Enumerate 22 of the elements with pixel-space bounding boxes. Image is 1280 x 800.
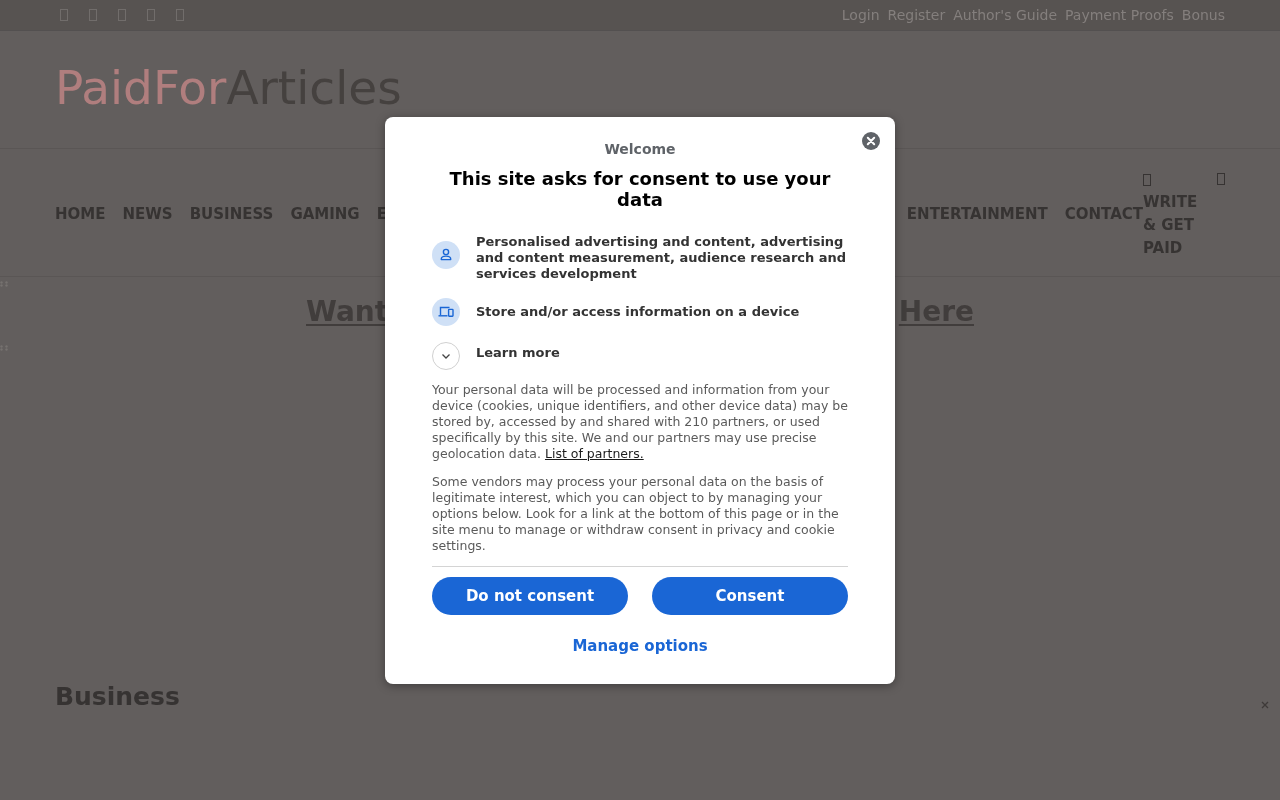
glyph-box-icon[interactable] <box>1217 173 1225 185</box>
purpose-text: Personalised advertising and content, advertising and content measurement, audience research and services development <box>476 234 848 282</box>
manage-options-link[interactable]: Manage options <box>572 637 708 655</box>
reject-button[interactable]: Do not consent <box>432 577 628 615</box>
devices-icon <box>432 298 460 326</box>
dialog-subtitle: Welcome <box>603 140 677 158</box>
glyph-box-icon <box>1143 173 1151 186</box>
learn-more-button[interactable]: Learn more <box>432 342 848 370</box>
person-icon <box>432 241 460 269</box>
close-icon[interactable] <box>862 132 880 150</box>
glyph-box-icon[interactable] <box>89 9 97 21</box>
glyph-box-icon[interactable] <box>60 9 68 21</box>
glyph-box-icon[interactable] <box>118 9 126 21</box>
purpose-text: Store and/or access information on a device <box>476 304 800 320</box>
accept-button[interactable]: Consent <box>652 577 848 615</box>
glyph-box-icon[interactable] <box>176 9 184 21</box>
chevron-down-icon <box>432 342 460 370</box>
partners-link[interactable]: List of partners. <box>544 446 644 461</box>
glyph-box-icon[interactable] <box>147 9 155 21</box>
consent-paragraph: Some vendors may process your personal data on the basis of legitimate interest, which you can object to by managing your options below. Look for a link at the bottom of this page or in the site menu to manage or withdraw consent in privacy and cookie settings. <box>432 474 840 554</box>
dialog-title: This site asks for consent to use your data <box>448 168 832 210</box>
consent-paragraph: Your personal data will be processed and information from your device (cookies, unique identifiers, and other device data) may be stored by, accessed by and shared with 210 partners, or used specifically by this site. We and our partners may use precise geolocation data. List of partners. <box>432 382 848 462</box>
